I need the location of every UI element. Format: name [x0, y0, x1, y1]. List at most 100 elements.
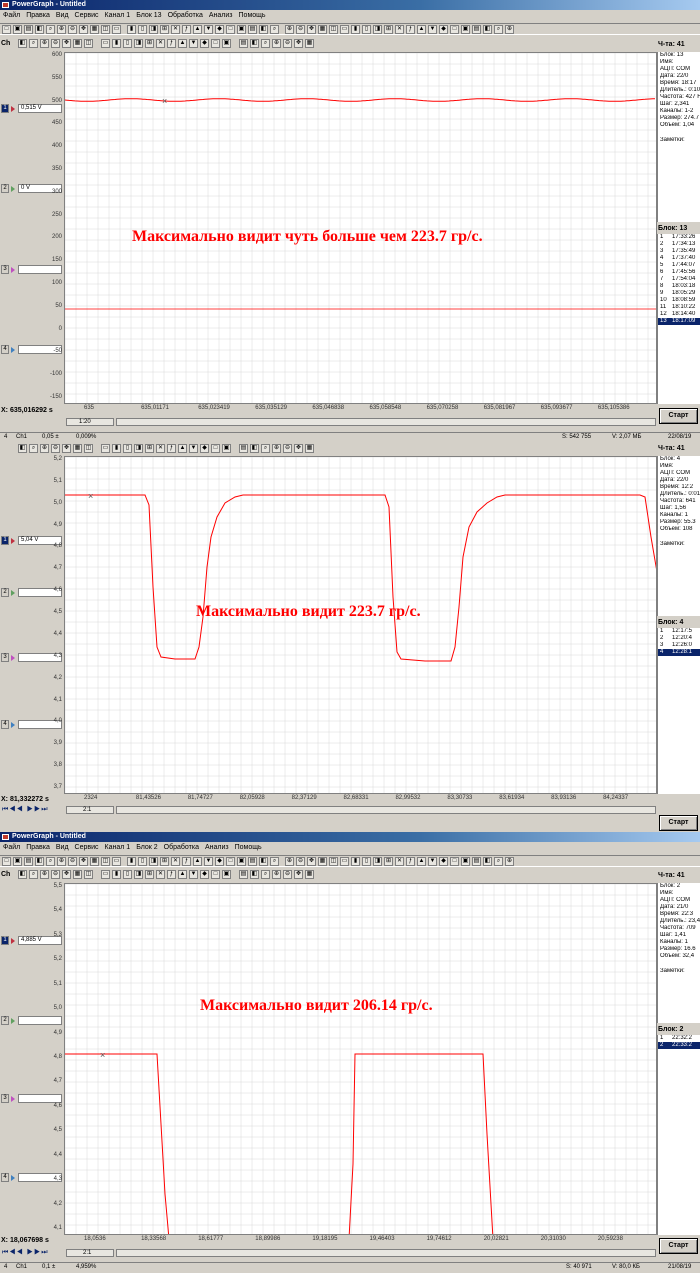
toolbar-button[interactable]: ◨ [373, 857, 382, 866]
toolbar-button[interactable]: ▯ [138, 857, 147, 866]
block-list-item[interactable]: 8 18:03:18 [658, 283, 700, 290]
toolbar-button[interactable]: ▮ [351, 25, 360, 34]
toolbar-button[interactable]: ✥ [79, 857, 88, 866]
zoom-scale[interactable]: 1:20 [66, 418, 114, 426]
toolbar-button[interactable]: ▦ [73, 444, 82, 453]
toolbar-button[interactable]: ⊕ [272, 870, 281, 879]
toolbar-button[interactable]: ▼ [204, 857, 213, 866]
toolbar-button[interactable]: ⊞ [145, 870, 154, 879]
toolbar-button[interactable]: ✕ [171, 25, 180, 34]
toolbar-button[interactable]: ◧ [35, 25, 44, 34]
channel-3-value[interactable]: 3 [0, 1094, 64, 1103]
toolbar-button[interactable]: ✥ [294, 444, 303, 453]
toolbar-button[interactable]: ◨ [149, 25, 158, 34]
menu-service[interactable]: Сервис [72, 842, 102, 853]
toolbar-button[interactable]: ▦ [73, 39, 82, 48]
block-list[interactable]: 1 12:17:5 2 12:20:4 3 12:26:0 4 12:28:1 [657, 628, 700, 794]
block-list-item[interactable]: 3 12:26:0 [658, 642, 700, 649]
block-list[interactable]: 1 17:33:26 2 17:34:13 3 17:35:49 4 17:37:40 5 17:… [657, 234, 700, 404]
block-list-item[interactable]: 7 17:54:04 [658, 276, 700, 283]
block-list-item[interactable]: 6 17:45:56 [658, 269, 700, 276]
toolbar-button[interactable]: ▼ [189, 444, 198, 453]
toolbar-button[interactable]: ▯ [123, 39, 132, 48]
toolbar-button[interactable]: ▲ [193, 857, 202, 866]
toolbar-button[interactable]: ⊕ [40, 870, 49, 879]
toolbar-button[interactable]: □ [450, 857, 459, 866]
toolbar-button[interactable]: ▲ [178, 444, 187, 453]
toolbar-button[interactable]: ◧ [483, 857, 492, 866]
toolbar-button[interactable]: ⊞ [384, 857, 393, 866]
toolbar-button[interactable]: ✕ [156, 870, 165, 879]
horizontal-scrollbar[interactable] [116, 1249, 656, 1257]
toolbar-button[interactable]: ⊖ [296, 857, 305, 866]
toolbar-button[interactable]: ▣ [13, 25, 22, 34]
toolbar-button[interactable]: ◧ [483, 25, 492, 34]
toolbar-button[interactable]: ⊖ [51, 39, 60, 48]
toolbar-button[interactable]: ▣ [237, 857, 246, 866]
toolbar-button[interactable]: ⊕ [285, 857, 294, 866]
toolbar-button[interactable]: ⊖ [51, 870, 60, 879]
toolbar-button[interactable]: ▮ [112, 444, 121, 453]
toolbar-button[interactable]: ⌕ [270, 857, 279, 866]
toolbar-button[interactable]: ⊕ [57, 25, 66, 34]
block-list-item[interactable]: 2 22:33:2 [658, 1042, 700, 1049]
toolbar-button[interactable]: ƒ [182, 25, 191, 34]
toolbar-button[interactable]: ⊞ [160, 857, 169, 866]
toolbar-button[interactable]: ◆ [200, 444, 209, 453]
toolbar-button[interactable]: ▲ [178, 39, 187, 48]
toolbar-button[interactable]: ◫ [84, 444, 93, 453]
toolbar-button[interactable]: ▼ [189, 870, 198, 879]
toolbar-button[interactable]: ▼ [428, 25, 437, 34]
toolbar-button[interactable]: ◫ [101, 25, 110, 34]
toolbar-button[interactable]: ▭ [112, 857, 121, 866]
toolbar-button[interactable]: ⊞ [145, 39, 154, 48]
block-list-item[interactable]: 3 17:35:49 [658, 248, 700, 255]
toolbar-button[interactable]: ✕ [156, 39, 165, 48]
channel-3-value[interactable]: 3 [0, 265, 64, 274]
toolbar-button[interactable]: ⌕ [29, 444, 38, 453]
toolbar-button[interactable]: □ [211, 444, 220, 453]
toolbar-button[interactable]: ▣ [222, 870, 231, 879]
toolbar-button[interactable]: ⊖ [51, 444, 60, 453]
toolbar-button[interactable]: ▣ [222, 444, 231, 453]
block-list[interactable]: 1 22:32:2 2 22:33:2 [657, 1035, 700, 1235]
toolbar-button[interactable]: ƒ [182, 857, 191, 866]
toolbar-button[interactable]: ▤ [24, 25, 33, 34]
toolbar-button[interactable]: ✥ [62, 39, 71, 48]
toolbar-button[interactable]: ▤ [472, 25, 481, 34]
toolbar-button[interactable]: ⌕ [29, 39, 38, 48]
toolbar-button[interactable]: ▤ [248, 25, 257, 34]
toolbar-button[interactable]: ▲ [193, 25, 202, 34]
toolbar-button[interactable]: ▭ [101, 444, 110, 453]
toolbar-button[interactable]: □ [226, 857, 235, 866]
toolbar-button[interactable]: ⊖ [296, 25, 305, 34]
toolbar-button[interactable]: ◧ [250, 870, 259, 879]
toolbar-button[interactable]: ▣ [461, 857, 470, 866]
toolbar-button[interactable]: ƒ [167, 870, 176, 879]
toolbar-button[interactable]: □ [2, 857, 11, 866]
toolbar-button[interactable]: ▯ [362, 857, 371, 866]
block-list-item[interactable]: 4 17:37:40 [658, 255, 700, 262]
zoom-scale[interactable]: 2:1 [66, 806, 114, 814]
toolbar-button[interactable]: ◧ [250, 444, 259, 453]
toolbar-button[interactable]: ◫ [84, 870, 93, 879]
toolbar-button[interactable]: ▦ [318, 25, 327, 34]
toolbar-button[interactable]: ◨ [149, 857, 158, 866]
toolbar-button[interactable]: ◫ [84, 39, 93, 48]
menu-file[interactable]: Файл [0, 842, 23, 853]
toolbar-button[interactable]: ▦ [73, 870, 82, 879]
menu-edit[interactable]: Правка [23, 10, 53, 21]
toolbar-button[interactable]: □ [2, 25, 11, 34]
block-list-item[interactable]: 1 12:17:5 [658, 628, 700, 635]
toolbar-button[interactable]: ▦ [305, 870, 314, 879]
toolbar-button[interactable]: ▮ [127, 25, 136, 34]
toolbar-button[interactable]: ▤ [248, 857, 257, 866]
toolbar-button[interactable]: ⊖ [283, 444, 292, 453]
menu-processing[interactable]: Обработка [165, 10, 206, 21]
toolbar-button[interactable]: ▲ [178, 870, 187, 879]
toolbar-button[interactable]: ƒ [406, 857, 415, 866]
toolbar-button[interactable]: ⊞ [384, 25, 393, 34]
toolbar-button[interactable]: ▲ [417, 857, 426, 866]
toolbar-button[interactable]: ◧ [35, 857, 44, 866]
toolbar-button[interactable]: ⌕ [46, 25, 55, 34]
